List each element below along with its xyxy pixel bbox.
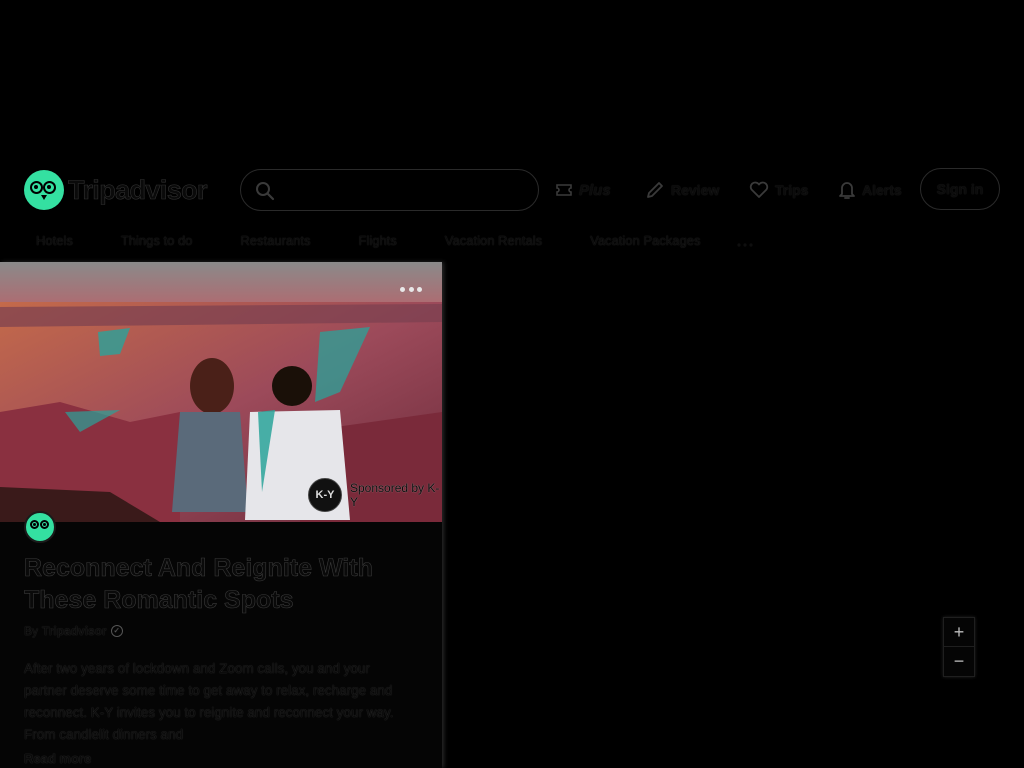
byline: By Tripadvisor ✓ (24, 624, 123, 638)
byline-prefix: By (24, 624, 39, 638)
card-menu-button[interactable] (400, 284, 422, 294)
author-name[interactable]: Tripadvisor (42, 624, 107, 638)
nav-item-vacation-packages[interactable]: Vacation Packages (578, 233, 712, 248)
trips-link[interactable]: Trips (749, 178, 808, 202)
tripadvisor-logo[interactable]: Tripadvisor (24, 170, 208, 210)
heart-icon (749, 181, 769, 198)
nav-item-flights[interactable]: Flights (347, 233, 409, 248)
hero-image[interactable]: K-Y Sponsored by K-Y (0, 262, 442, 522)
nav-item-things-to-do[interactable]: Things to do (109, 233, 205, 248)
search-input[interactable] (285, 176, 525, 204)
sponsor-badge: K-Y Sponsored by K-Y (308, 478, 440, 512)
pencil-icon (647, 182, 663, 198)
alerts-link[interactable]: Alerts (838, 178, 902, 202)
zoom-in-button[interactable]: + (944, 618, 974, 647)
sign-in-button[interactable]: Sign in (920, 168, 1000, 210)
article-title[interactable]: Reconnect And Reignite With These Romant… (24, 552, 424, 616)
alerts-label: Alerts (862, 182, 902, 198)
logo-wordmark: Tripadvisor (68, 174, 208, 205)
review-label: Review (671, 182, 720, 198)
bell-icon (839, 182, 855, 199)
search-box[interactable] (240, 169, 539, 211)
map-zoom-controls: + − (943, 617, 975, 677)
nav-item-hotels[interactable]: Hotels (24, 233, 85, 248)
sponsor-text: Sponsored by K-Y (350, 481, 440, 509)
zoom-out-button[interactable]: − (944, 647, 974, 676)
read-more-link[interactable]: Read more (24, 751, 91, 766)
ky-logo: K-Y (308, 478, 342, 512)
article-card[interactable]: K-Y Sponsored by K-Y Reconnect And Reign… (0, 262, 442, 768)
site-header: Tripadvisor Plus Review Trips Alerts Sig… (0, 168, 1024, 212)
plus-link[interactable]: Plus (555, 178, 611, 202)
category-nav: Hotels Things to do Restaurants Flights … (24, 228, 754, 252)
verified-icon: ✓ (110, 625, 123, 637)
plus-label: Plus (579, 181, 611, 199)
review-link[interactable]: Review (645, 178, 719, 202)
plus-ticket-icon (556, 184, 572, 196)
nav-item-restaurants[interactable]: Restaurants (228, 233, 322, 248)
author-avatar (24, 511, 56, 543)
trips-label: Trips (775, 182, 809, 198)
owl-logo-icon (24, 170, 64, 210)
nav-item-vacation-rentals[interactable]: Vacation Rentals (433, 233, 554, 248)
article-excerpt: After two years of lockdown and Zoom cal… (24, 661, 394, 742)
search-icon (256, 182, 275, 201)
more-nav-button[interactable]: ... (736, 230, 754, 251)
